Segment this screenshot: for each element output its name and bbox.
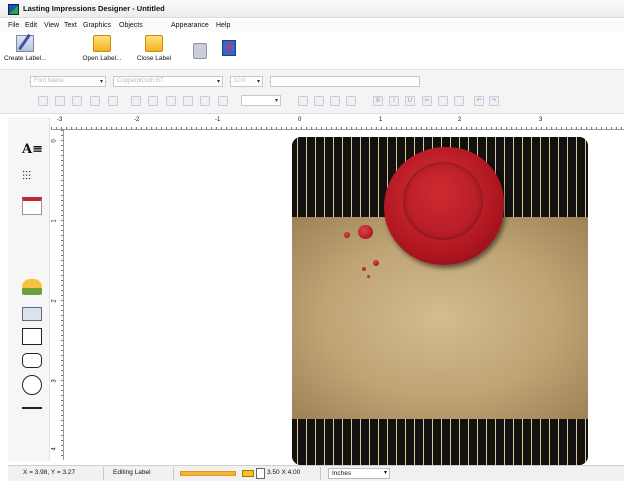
copy-icon[interactable] <box>438 96 448 106</box>
camera-tool-icon[interactable] <box>22 307 42 321</box>
mode-status: Editing Label <box>113 469 151 476</box>
menu-bar: File Edit View Text Graphics Objects App… <box>0 19 624 33</box>
cursor-coordinates: X = 3.98, Y = 3.27 <box>23 469 76 476</box>
bold-icon[interactable]: B <box>373 96 383 106</box>
text-align-center-icon[interactable] <box>314 96 324 106</box>
list-icon[interactable] <box>346 96 356 106</box>
tool-palette: A≡ ⫶⫶⫶ <box>8 117 50 461</box>
line-style-dropdown[interactable]: ▾ <box>241 95 281 106</box>
ribbon-toolbar: Create Label... Open Label... Close Labe… <box>0 34 624 70</box>
vertical-ruler: 0 1 2 3 4 <box>51 130 64 460</box>
wax-seal-image[interactable] <box>384 147 504 265</box>
label-preview[interactable] <box>292 137 588 465</box>
format-field[interactable] <box>270 76 420 87</box>
help-icon[interactable]: ? <box>222 40 236 56</box>
send-back-icon[interactable] <box>183 96 193 106</box>
label-color-icon <box>242 470 254 477</box>
font-size-dropdown[interactable]: 10.0 ▾ <box>230 76 263 87</box>
align-bottom-icon[interactable] <box>108 96 118 106</box>
crop-icon[interactable] <box>218 96 228 106</box>
align-top-icon[interactable] <box>90 96 100 106</box>
italic-icon[interactable]: I <box>389 96 399 106</box>
create-label-button[interactable]: Create Label... <box>4 35 47 69</box>
line-tool-icon[interactable] <box>22 407 42 409</box>
text-tool-icon[interactable]: A≡ <box>22 142 43 157</box>
label-size: 3.50 X 4.00 <box>267 469 301 476</box>
menu-help[interactable]: Help <box>216 22 230 29</box>
create-label-icon <box>16 35 34 52</box>
wax-drop <box>344 232 350 238</box>
align-left-icon[interactable] <box>38 96 48 106</box>
redo-icon[interactable]: ↷ <box>489 96 499 106</box>
undo-icon[interactable]: ↶ <box>474 96 484 106</box>
paste-icon[interactable] <box>454 96 464 106</box>
wax-drop <box>367 275 370 278</box>
menu-text[interactable]: Text <box>64 22 77 29</box>
align-right-icon[interactable] <box>72 96 82 106</box>
window-title: Lasting Impressions Designer - Untitled <box>23 4 165 13</box>
format-toolbar: Font Name ▾ CopperplGoth BT ▾ 10.0 ▾ ▾ <box>0 70 624 114</box>
resize-icon[interactable] <box>200 96 210 106</box>
wax-drop <box>373 260 379 266</box>
rectangle-tool-icon[interactable] <box>22 328 42 345</box>
menu-objects[interactable]: Objects <box>119 22 143 29</box>
bring-front-icon[interactable] <box>166 96 176 106</box>
save-disk-icon[interactable] <box>193 43 207 59</box>
open-label-button[interactable]: Open Label... <box>80 35 124 69</box>
title-bar: Lasting Impressions Designer - Untitled <box>0 0 624 18</box>
calendar-tool-icon[interactable] <box>22 197 42 215</box>
menu-edit[interactable]: Edit <box>25 22 37 29</box>
rounded-rectangle-tool-icon[interactable] <box>22 353 42 368</box>
app-logo-icon <box>8 4 19 15</box>
wax-drop <box>362 267 366 271</box>
status-bar: X = 3.98, Y = 3.27 Editing Label 3.50 X … <box>8 465 624 481</box>
menu-file[interactable]: File <box>8 22 19 29</box>
progress-bar <box>180 471 236 476</box>
underline-icon[interactable]: U <box>405 96 415 106</box>
wax-drop <box>358 225 373 239</box>
horizontal-ruler: -3 -2 -1 0 1 2 3 <box>51 117 624 130</box>
ungroup-icon[interactable] <box>148 96 158 106</box>
bottles-tool-icon[interactable]: ⫶⫶⫶ <box>22 169 42 184</box>
bottom-stripe-band <box>292 419 588 465</box>
align-center-icon[interactable] <box>55 96 65 106</box>
font-family-dropdown[interactable]: CopperplGoth BT ▾ <box>113 76 223 87</box>
close-label-button[interactable]: Close Label <box>133 35 175 69</box>
text-align-left-icon[interactable] <box>298 96 308 106</box>
close-folder-icon <box>145 35 163 52</box>
font-name-dropdown[interactable]: Font Name ▾ <box>30 76 106 87</box>
menu-view[interactable]: View <box>44 22 59 29</box>
menu-appearance[interactable]: Appearance <box>171 22 209 29</box>
ellipse-tool-icon[interactable] <box>22 375 42 395</box>
units-dropdown[interactable]: Inches ▾ <box>328 468 390 479</box>
text-align-right-icon[interactable] <box>330 96 340 106</box>
page-size-icon <box>256 468 265 479</box>
open-folder-icon <box>93 35 111 52</box>
menu-graphics[interactable]: Graphics <box>83 22 111 29</box>
image-tool-icon[interactable] <box>22 279 42 295</box>
cut-icon[interactable]: ✂ <box>422 96 432 106</box>
group-icon[interactable] <box>131 96 141 106</box>
